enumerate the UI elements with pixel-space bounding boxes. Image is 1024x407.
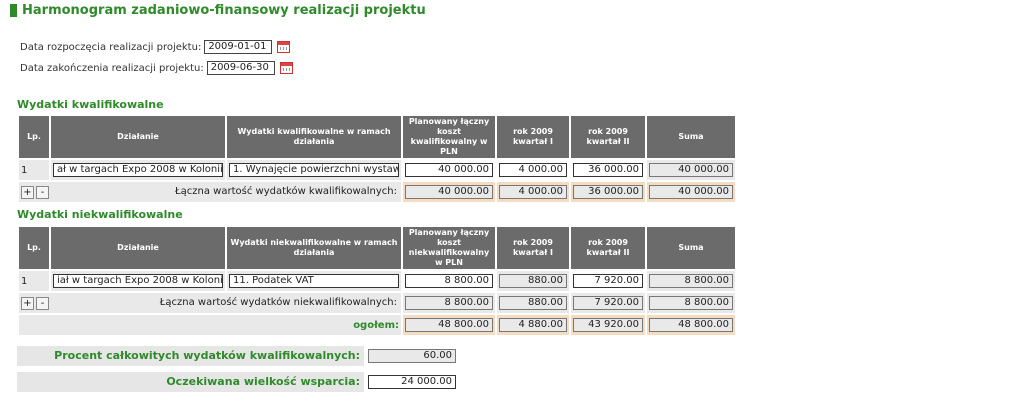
col-header-sum: Suma [647,116,735,158]
q2-input[interactable]: 36 000.00 [573,163,643,177]
nonqualified-total-planned: 8 800.00 [405,296,493,310]
qualified-table: Lp. Działanie Wydatki kwalifikowalne w r… [17,114,737,204]
nonqualified-total-sum: 8 800.00 [649,296,733,310]
start-date-row: Data rozpoczęcia realizacji projektu: 20… [20,40,291,54]
q2-input[interactable]: 7 920.00 [573,274,643,288]
add-row-button[interactable]: + [21,185,34,199]
overall-sum: 48 800.00 [649,318,733,332]
expense-input[interactable]: 1. Wynajęcie powierzchni wystaw [229,163,399,177]
expense-input[interactable]: 11. Podatek VAT [229,274,399,288]
end-date-label: Data zakończenia realizacji projektu: [20,62,204,74]
qualified-total-planned: 40 000.00 [405,185,493,199]
nonqualified-total-row: + - Łączna wartość wydatków niekwalifikow… [19,293,735,313]
row-sum-value: 8 800.00 [649,274,733,288]
nonqualified-total-label: Łączna wartość wydatków niekwalifikowaln… [159,297,397,308]
overall-label: ogołem: [19,315,401,335]
col-header-action: Działanie [51,227,225,269]
nonqualified-total-q1: 880.00 [499,296,567,310]
col-header-q2: rok 2009 kwartał II [571,227,645,269]
add-row-button[interactable]: + [21,296,34,310]
table-row: 1 iał w targach Expo 2008 w Kolonii 11. … [19,271,735,291]
planned-input[interactable]: 8 800.00 [405,274,493,288]
table-row: 1 ał w targach Expo 2008 w Kolonii 1. Wy… [19,160,735,180]
row-lp: 1 [19,271,49,291]
percent-qualified-value: 60.00 [368,349,456,363]
nonqualified-table: Lp. Działanie Wydatki niekwalifikowalne … [17,225,737,337]
col-header-q1: rok 2009 kwartał I [497,227,569,269]
overall-total-row: ogołem: 48 800.00 4 880.00 43 920.00 48 … [19,315,735,335]
q1-input[interactable]: 4 000.00 [499,163,567,177]
action-input[interactable]: ał w targach Expo 2008 w Kolonii [53,163,223,177]
row-lp: 1 [19,160,49,180]
overall-q1: 4 880.00 [499,318,567,332]
nonqualified-total-q2: 7 920.00 [573,296,643,310]
qualified-total-q1: 4 000.00 [499,185,567,199]
col-header-expense: Wydatki niekwalifikowalne w ramach dział… [227,227,401,269]
end-date-row: Data zakończenia realizacji projektu: 20… [20,61,293,75]
col-header-lp: Lp. [19,227,49,269]
start-date-input[interactable]: 2009-01-01 [204,40,273,54]
action-input[interactable]: iał w targach Expo 2008 w Kolonii [53,274,223,288]
nonqualified-section-title: Wydatki niekwalifikowalne [17,208,183,221]
col-header-sum: Suma [647,227,735,269]
col-header-lp: Lp. [19,116,49,158]
start-date-label: Data rozpoczęcia realizacji projektu: [20,41,202,53]
qualified-total-row: + - Łączna wartość wydatków kwalifikowaln… [19,182,735,202]
qualified-total-label: Łączna wartość wydatków kwalifikowalnych… [175,186,397,197]
overall-planned: 48 800.00 [405,318,493,332]
qualified-total-sum: 40 000.00 [649,185,733,199]
end-date-input[interactable]: 2009-06-30 [206,61,275,75]
remove-row-button[interactable]: - [36,185,49,199]
remove-row-button[interactable]: - [36,296,49,310]
percent-qualified-label: Procent całkowitych wydatków kwalifikowa… [17,346,364,366]
expected-support-input[interactable]: 24 000.00 [368,375,456,389]
calendar-icon[interactable] [279,62,293,74]
q1-value: 880.00 [499,274,567,288]
title-marker [10,4,17,17]
col-header-action: Działanie [51,116,225,158]
expected-support-label: Oczekiwana wielkość wsparcia: [17,372,364,392]
page-title: Harmonogram zadaniowo-finansowy realizac… [10,3,426,18]
col-header-planned: Planowany łączny koszt kwalifikowalny w … [403,116,495,158]
planned-input[interactable]: 40 000.00 [405,163,493,177]
row-sum-value: 40 000.00 [649,163,733,177]
col-header-q2: rok 2009 kwartał II [571,116,645,158]
overall-q2: 43 920.00 [573,318,643,332]
page-title-text: Harmonogram zadaniowo-finansowy realizac… [22,3,426,18]
col-header-expense: Wydatki kwalifikowalne w ramach działani… [227,116,401,158]
col-header-q1: rok 2009 kwartał I [497,116,569,158]
qualified-total-q2: 36 000.00 [573,185,643,199]
calendar-icon[interactable] [277,41,291,53]
qualified-section-title: Wydatki kwalifikowalne [17,98,164,111]
col-header-planned: Planowany łączny koszt niekwalifikowalny… [403,227,495,269]
